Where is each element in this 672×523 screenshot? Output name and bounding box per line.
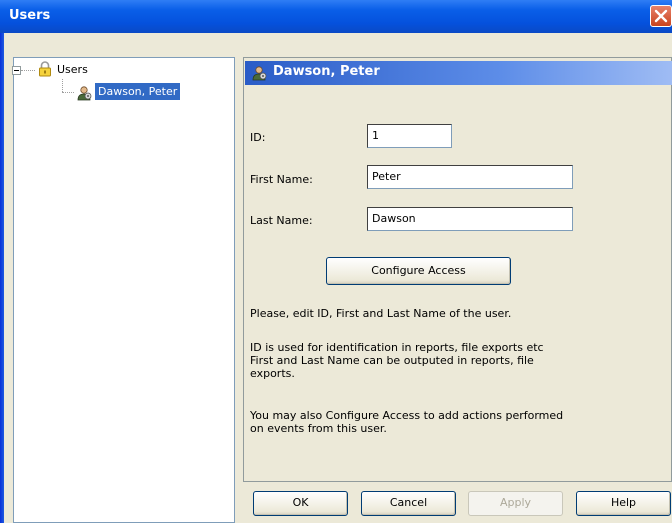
close-icon [654,9,668,23]
help-text-1: Please, edit ID, First and Last Name of … [250,307,512,320]
user-icon [77,86,92,101]
panel-title: Dawson, Peter [273,64,380,79]
user-icon [252,66,267,81]
title-bar: Users [0,0,672,33]
apply-button[interactable]: Apply [468,491,563,516]
id-label: ID: [250,131,266,144]
tree-collapse-toggle[interactable] [12,66,21,75]
tree-item-user[interactable]: Dawson, Peter [95,83,181,100]
first-name-label: First Name: [250,173,313,186]
window-title: Users [9,8,51,23]
tree-connector [62,79,63,92]
help-text-3a: You may also Configure Access to add act… [250,409,564,422]
users-tree[interactable] [13,57,235,523]
first-name-field[interactable]: Peter [367,165,573,189]
tree-connector [62,92,74,93]
id-field[interactable]: 1 [367,124,452,148]
last-name-field[interactable]: Dawson [367,207,573,231]
help-button[interactable]: Help [576,491,671,516]
tree-item-users[interactable]: Users [57,61,88,78]
ok-button[interactable]: OK [253,491,348,516]
help-text-2b: First and Last Name can be outputed in r… [250,354,534,367]
help-text-2a: ID is used for identification in reports… [250,341,544,354]
tree-connector [21,70,35,71]
help-text-3b: on events from this user. [250,422,387,435]
panel-header: Dawson, Peter [245,61,672,85]
cancel-button[interactable]: Cancel [361,491,456,516]
close-button[interactable] [650,5,672,27]
help-text-2c: exports. [250,367,295,380]
lock-icon [39,61,51,77]
window-frame-left [0,33,10,523]
configure-access-button[interactable]: Configure Access [326,257,511,285]
last-name-label: Last Name: [250,214,313,227]
